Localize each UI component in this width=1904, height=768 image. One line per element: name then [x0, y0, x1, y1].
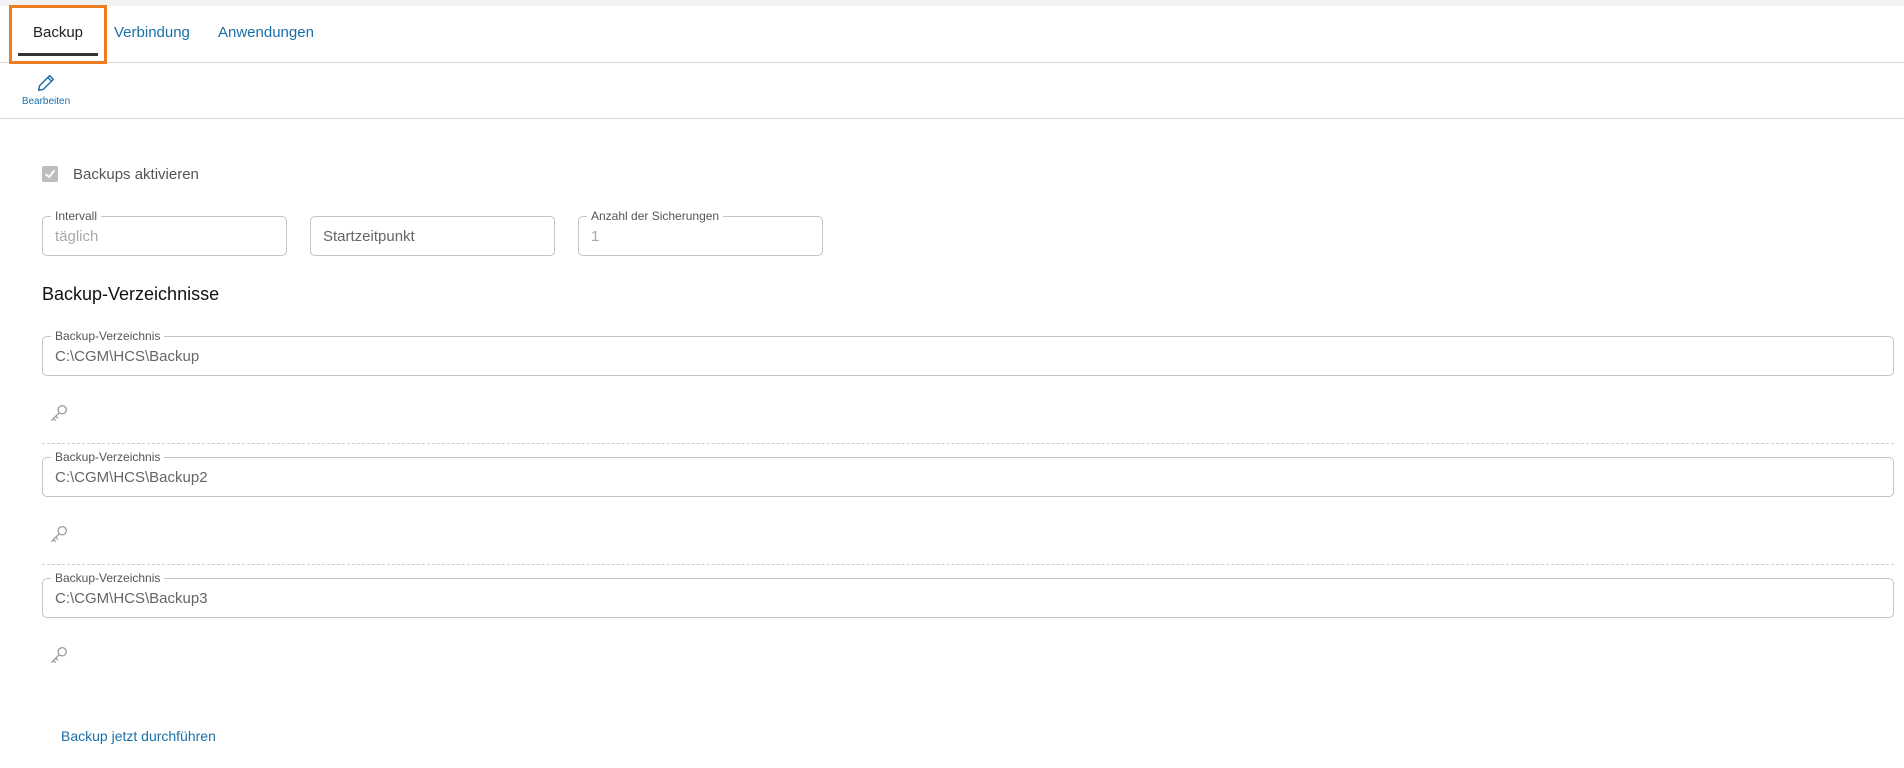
backup-count-value: 1 [591, 228, 600, 245]
directory-actions [42, 402, 1894, 426]
divider [42, 564, 1894, 565]
toolbar: Bearbeiten [0, 63, 1904, 119]
key-icon[interactable] [48, 523, 70, 550]
backup-count-input[interactable]: Anzahl der Sicherungen 1 [578, 209, 823, 256]
directory-actions [42, 644, 1894, 668]
backup-directory-value: C:\CGM\HCS\Backup2 [55, 469, 208, 486]
backup-directory-label: Backup-Verzeichnis [51, 329, 165, 343]
backup-directory-label: Backup-Verzeichnis [51, 571, 165, 585]
interval-value: täglich [55, 228, 99, 245]
tab-anwendungen-label: Anwendungen [218, 24, 314, 41]
tab-verbindung[interactable]: Verbindung [114, 6, 190, 62]
interval-select[interactable]: Intervall täglich [42, 209, 287, 256]
edit-button[interactable]: Bearbeiten [14, 69, 78, 113]
tab-backup-label: Backup [32, 24, 84, 41]
tab-verbindung-label: Verbindung [114, 24, 190, 41]
tab-bar: Backup Verbindung Anwendungen [0, 6, 1904, 63]
tab-backup[interactable]: Backup [18, 6, 98, 62]
edit-button-label: Bearbeiten [21, 96, 71, 107]
active-tab-indicator [18, 53, 98, 56]
interval-label: Intervall [51, 209, 102, 223]
run-backup-now-button[interactable]: Backup jetzt durchführen [61, 728, 216, 744]
tab-anwendungen[interactable]: Anwendungen [218, 6, 314, 62]
backup-directory-field[interactable]: Backup-Verzeichnis C:\CGM\HCS\Backup3 [42, 571, 1894, 618]
backup-directory-value: C:\CGM\HCS\Backup3 [55, 590, 208, 607]
enable-backups-checkbox[interactable] [42, 166, 58, 182]
enable-backups-label: Backups aktivieren [73, 166, 199, 183]
start-time-input[interactable]: Startzeitpunkt [310, 216, 555, 256]
key-icon[interactable] [48, 402, 70, 429]
backup-directory-field[interactable]: Backup-Verzeichnis C:\CGM\HCS\Backup2 [42, 450, 1894, 497]
backup-directories-title: Backup-Verzeichnisse [42, 284, 220, 304]
backup-directory-label: Backup-Verzeichnis [51, 450, 165, 464]
backup-directory-field[interactable]: Backup-Verzeichnis C:\CGM\HCS\Backup [42, 329, 1894, 376]
backup-directory-value: C:\CGM\HCS\Backup [55, 348, 200, 365]
pencil-icon [14, 72, 78, 94]
backup-count-label: Anzahl der Sicherungen [587, 209, 724, 223]
divider [42, 443, 1894, 444]
start-time-placeholder: Startzeitpunkt [323, 228, 415, 245]
directory-actions [42, 523, 1894, 547]
key-icon[interactable] [48, 644, 70, 671]
